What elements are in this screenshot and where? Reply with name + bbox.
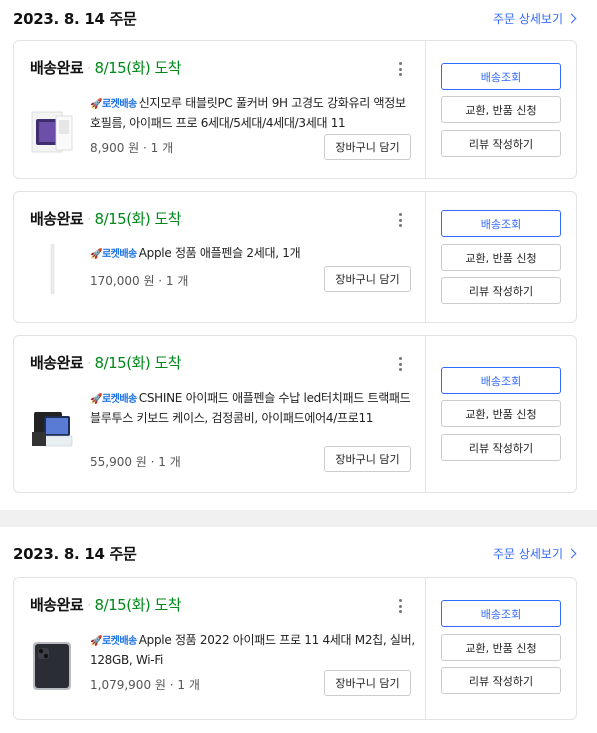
add-to-cart-button[interactable]: 장바구니 담기 [324, 266, 411, 292]
order-detail-link-label[interactable]: 주문 상세보기 [493, 10, 563, 27]
track-delivery-button[interactable]: 배송조회 [441, 367, 561, 394]
product-thumbnail-ipad-pro[interactable] [30, 640, 74, 692]
rocket-delivery-badge: 🚀로켓배송 [90, 99, 137, 110]
chevron-right-icon [566, 548, 577, 558]
status-separator: · [87, 597, 91, 612]
product-title[interactable]: 🚀로켓배송 Apple 정품 애플펜슬 2세대, 1개 [90, 244, 416, 264]
product-title[interactable]: 🚀로켓배송 신지모루 태블릿PC 풀커버 9H 고경도 강화유리 액정보호필름, … [90, 94, 416, 133]
track-delivery-button[interactable]: 배송조회 [441, 63, 561, 90]
product-title-text[interactable]: CSHINE 아이패드 애플펜슬 수납 led터치패드 트랙패드 블루투스 키보… [90, 391, 411, 425]
delivery-status: 배송완료 · 8/15(화) 도착 [30, 208, 182, 229]
price-quantity: 170,000 원 · 1 개 [90, 274, 189, 288]
order-detail-link[interactable]: 주문 상세보기 [493, 545, 577, 562]
item-actions: 배송조회 교환, 반품 신청 리뷰 작성하기 [426, 336, 576, 492]
order-date: 2023. 8. 14 주문 [13, 9, 137, 28]
arrival-date: 8/15(화) 도착 [94, 354, 182, 372]
status-separator: · [87, 355, 91, 370]
delivery-status: 배송완료 · 8/15(화) 도착 [30, 594, 182, 615]
write-review-button[interactable]: 리뷰 작성하기 [441, 667, 561, 694]
item-info: 배송완료 · 8/15(화) 도착 🚀로켓배송 신지모루 태블릿PC 풀커버 9H… [14, 41, 426, 178]
item-info: 배송완료 · 8/15(화) 도착 🚀로켓배송 CSHINE 아이패드 애플펜슬 … [14, 336, 426, 492]
product-title-text[interactable]: 신지모루 태블릿PC 풀커버 9H 고경도 강화유리 액정보호필름, 아이패드 … [90, 96, 406, 130]
order-detail-link[interactable]: 주문 상세보기 [493, 10, 577, 27]
order-item-card: 배송완료 · 8/15(화) 도착 🚀로켓배송 신지모루 태블릿PC 풀커버 9H… [13, 40, 577, 179]
track-delivery-button[interactable]: 배송조회 [441, 210, 561, 237]
item-actions: 배송조회 교환, 반품 신청 리뷰 작성하기 [426, 192, 576, 322]
order-item-card: 배송완료 · 8/15(화) 도착 🚀로켓배송 Apple 정품 애플펜슬 2세대… [13, 191, 577, 323]
price-quantity: 1,079,900 원 · 1 개 [90, 678, 200, 692]
chevron-right-icon [566, 13, 577, 23]
more-options-icon[interactable] [399, 62, 403, 76]
order-group-header: 2023. 8. 14 주문 주문 상세보기 [13, 541, 577, 565]
more-options-icon[interactable] [399, 357, 403, 371]
product-title[interactable]: 🚀로켓배송 Apple 정품 2022 아이패드 프로 11 4세대 M2칩, 실… [90, 631, 416, 670]
exchange-return-button[interactable]: 교환, 반품 신청 [441, 96, 561, 123]
price-quantity: 8,900 원 · 1 개 [90, 141, 174, 155]
add-to-cart-button[interactable]: 장바구니 담기 [324, 446, 411, 472]
product-title-text[interactable]: Apple 정품 애플펜슬 2세대, 1개 [139, 246, 301, 260]
status-done: 배송완료 [30, 210, 84, 228]
order-item-card: 배송완료 · 8/15(화) 도착 🚀로켓배송 CSHINE 아이패드 애플펜슬 … [13, 335, 577, 493]
item-actions: 배송조회 교환, 반품 신청 리뷰 작성하기 [426, 41, 576, 178]
product-title[interactable]: 🚀로켓배송 CSHINE 아이패드 애플펜슬 수납 led터치패드 트랙패드 블루… [90, 389, 416, 428]
order-group-header: 2023. 8. 14 주문 주문 상세보기 [13, 6, 577, 30]
price-quantity: 55,900 원 · 1 개 [90, 455, 181, 469]
order-detail-link-label[interactable]: 주문 상세보기 [493, 545, 563, 562]
rocket-delivery-badge: 🚀로켓배송 [90, 249, 137, 260]
product-title-text[interactable]: Apple 정품 2022 아이패드 프로 11 4세대 M2칩, 실버, 12… [90, 633, 415, 667]
status-separator: · [87, 211, 91, 226]
item-actions: 배송조회 교환, 반품 신청 리뷰 작성하기 [426, 578, 576, 719]
status-done: 배송완료 [30, 354, 84, 372]
product-thumbnail-keyboard-case[interactable] [30, 408, 74, 452]
write-review-button[interactable]: 리뷰 작성하기 [441, 434, 561, 461]
status-done: 배송완료 [30, 59, 84, 77]
arrival-date: 8/15(화) 도착 [94, 596, 182, 614]
arrival-date: 8/15(화) 도착 [94, 59, 182, 77]
item-info: 배송완료 · 8/15(화) 도착 🚀로켓배송 Apple 정품 2022 아이패… [14, 578, 426, 719]
write-review-button[interactable]: 리뷰 작성하기 [441, 130, 561, 157]
order-group: 2023. 8. 14 주문 주문 상세보기 배송완료 · 8/15(화) 도착… [0, 0, 597, 510]
add-to-cart-button[interactable]: 장바구니 담기 [324, 670, 411, 696]
write-review-button[interactable]: 리뷰 작성하기 [441, 277, 561, 304]
add-to-cart-button[interactable]: 장바구니 담기 [324, 134, 411, 160]
order-group: 2023. 8. 14 주문 주문 상세보기 배송완료 · 8/15(화) 도착… [0, 527, 597, 733]
arrival-date: 8/15(화) 도착 [94, 210, 182, 228]
rocket-delivery-badge: 🚀로켓배송 [90, 636, 137, 647]
more-options-icon[interactable] [399, 599, 403, 613]
order-item-card: 배송완료 · 8/15(화) 도착 🚀로켓배송 Apple 정품 2022 아이패… [13, 577, 577, 720]
status-separator: · [87, 60, 91, 75]
product-thumbnail-apple-pencil[interactable] [30, 243, 74, 295]
delivery-status: 배송완료 · 8/15(화) 도착 [30, 352, 182, 373]
product-thumbnail-screen-protector[interactable] [30, 110, 74, 154]
exchange-return-button[interactable]: 교환, 반품 신청 [441, 634, 561, 661]
order-date: 2023. 8. 14 주문 [13, 544, 137, 563]
delivery-status: 배송완료 · 8/15(화) 도착 [30, 57, 182, 78]
rocket-delivery-badge: 🚀로켓배송 [90, 394, 137, 405]
exchange-return-button[interactable]: 교환, 반품 신청 [441, 244, 561, 271]
track-delivery-button[interactable]: 배송조회 [441, 600, 561, 627]
item-info: 배송완료 · 8/15(화) 도착 🚀로켓배송 Apple 정품 애플펜슬 2세대… [14, 192, 426, 322]
more-options-icon[interactable] [399, 213, 403, 227]
exchange-return-button[interactable]: 교환, 반품 신청 [441, 400, 561, 427]
status-done: 배송완료 [30, 596, 84, 614]
